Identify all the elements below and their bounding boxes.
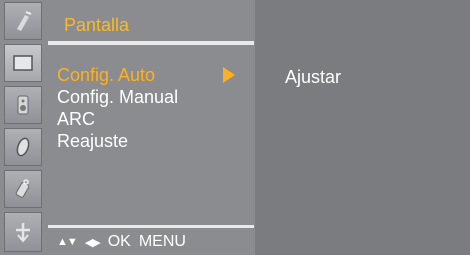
help-divider	[48, 225, 254, 228]
screen-icon	[13, 55, 33, 71]
clock-icon	[16, 137, 30, 157]
main-menu-panel: Pantalla Config. Auto Config. Manual ARC…	[47, 0, 255, 255]
category-time[interactable]	[4, 128, 42, 166]
ok-hint: OK	[107, 233, 131, 250]
osd-menu: Pantalla Config. Auto Config. Manual ARC…	[0, 0, 470, 255]
submenu-panel: Ajustar	[255, 0, 470, 255]
menu-hint: MENU	[138, 233, 186, 250]
arrow-right-icon	[223, 67, 235, 83]
leftright-arrows-icon: ◀▶	[84, 236, 101, 249]
menu-item-reajuste[interactable]: Reajuste	[57, 130, 253, 152]
menu-item-label: ARC	[57, 109, 96, 129]
menu-item-label: Config. Manual	[57, 87, 179, 107]
submenu-value-ajustar[interactable]: Ajustar	[285, 67, 341, 88]
satellite-icon	[17, 11, 32, 31]
menu-item-config-manual[interactable]: Config. Manual	[57, 86, 253, 108]
menu-item-arc[interactable]: ARC	[57, 108, 253, 130]
category-icon-column	[0, 0, 47, 255]
title-divider	[48, 41, 254, 45]
help-bar: ▲▼ ◀▶ OK MENU	[57, 232, 186, 252]
menu-list: Config. Auto Config. Manual ARC Reajuste	[57, 64, 253, 152]
category-tools[interactable]	[4, 212, 42, 252]
menu-item-label: Reajuste	[57, 131, 129, 151]
tools-icon	[16, 223, 30, 243]
menu-title: Pantalla	[64, 15, 130, 35]
category-station[interactable]	[4, 2, 42, 40]
key-lock-icon	[15, 179, 30, 198]
category-screen[interactable]	[4, 44, 42, 82]
menu-item-label: Config. Auto	[57, 65, 156, 85]
category-special[interactable]	[4, 170, 42, 208]
speaker-icon	[17, 95, 29, 115]
menu-item-config-auto[interactable]: Config. Auto	[57, 64, 253, 86]
category-audio[interactable]	[4, 86, 42, 124]
menu-title-bar: Pantalla	[50, 6, 252, 40]
updown-arrows-icon: ▲▼	[57, 236, 78, 248]
